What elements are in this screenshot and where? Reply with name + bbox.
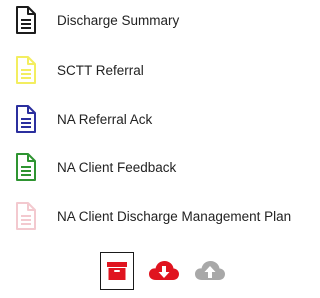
document-actions-toolbar — [0, 252, 303, 292]
document-label: NA Client Discharge Management Plan — [57, 208, 292, 224]
file-text-icon — [10, 55, 40, 85]
document-item-discharge-summary[interactable]: Discharge Summary — [10, 4, 179, 36]
document-item-na-referral-ack[interactable]: NA Referral Ack — [10, 103, 152, 135]
document-label: NA Client Feedback — [57, 159, 177, 175]
document-item-sctt-referral[interactable]: SCTT Referral — [10, 54, 144, 86]
download-button[interactable] — [147, 258, 181, 284]
upload-button[interactable] — [193, 258, 227, 284]
document-label: SCTT Referral — [57, 62, 144, 78]
file-text-icon — [10, 152, 40, 182]
document-label: Discharge Summary — [57, 12, 180, 28]
file-text-icon — [10, 104, 40, 134]
document-label: NA Referral Ack — [57, 111, 153, 127]
document-item-na-client-discharge-management-plan[interactable]: NA Client Discharge Management Plan — [10, 200, 291, 232]
file-text-icon — [10, 5, 40, 35]
file-text-icon — [10, 201, 40, 231]
archive-button[interactable] — [100, 252, 134, 290]
cloud-upload-icon — [193, 258, 227, 284]
archive-box-icon — [105, 259, 129, 283]
document-item-na-client-feedback[interactable]: NA Client Feedback — [10, 151, 176, 183]
cloud-download-icon — [147, 258, 181, 284]
